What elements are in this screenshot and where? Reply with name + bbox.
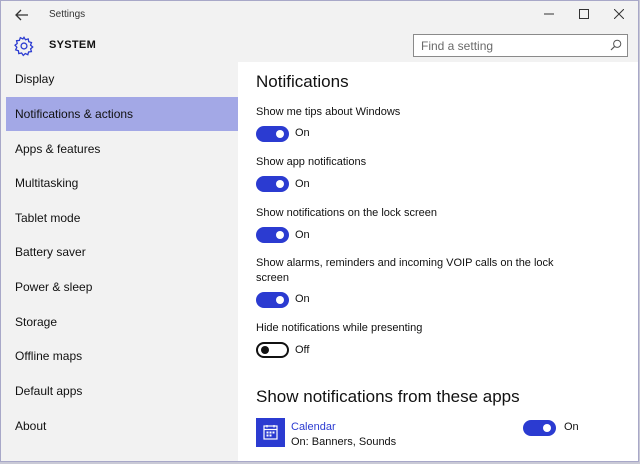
page-header: SYSTEM <box>1 30 638 62</box>
sidebar-item-notifications-actions[interactable]: Notifications & actions <box>6 97 238 131</box>
toggle-state-calendar: On <box>564 421 579 433</box>
sidebar: Display Notifications & actions Apps & f… <box>1 62 238 461</box>
sidebar-item-offline-maps[interactable]: Offline maps <box>6 339 238 373</box>
arrow-left-icon <box>15 9 28 21</box>
toggle-knob <box>276 231 284 239</box>
toggle-knob <box>276 180 284 188</box>
toggle-hide-presenting[interactable] <box>256 342 289 358</box>
toggle-knob <box>261 346 269 354</box>
sidebar-item-apps-features[interactable]: Apps & features <box>6 132 238 166</box>
setting-label-tips: Show me tips about Windows <box>256 106 401 118</box>
scrollbar[interactable] <box>636 62 638 461</box>
window-title: Settings <box>49 9 86 20</box>
gear-icon <box>14 36 34 57</box>
toggle-app-notifications[interactable] <box>256 176 289 192</box>
app-detail-calendar: On: Banners, Sounds <box>291 436 397 448</box>
search-input[interactable] <box>414 35 604 56</box>
sidebar-item-power-sleep[interactable]: Power & sleep <box>6 270 238 304</box>
title-bar: Settings <box>1 1 638 30</box>
toggle-state-hide-presenting: Off <box>295 344 310 356</box>
setting-label-app-notifications: Show app notifications <box>256 156 367 168</box>
sidebar-item-battery-saver[interactable]: Battery saver <box>6 235 238 269</box>
main-content: Notifications Show me tips about Windows… <box>238 62 638 461</box>
toggle-calendar[interactable] <box>523 420 556 436</box>
sidebar-item-display[interactable]: Display <box>6 62 238 96</box>
search-icon[interactable] <box>610 39 622 51</box>
toggle-state-app-notifications: On <box>295 178 310 190</box>
app-name-calendar[interactable]: Calendar <box>291 421 336 433</box>
toggle-tips[interactable] <box>256 126 289 142</box>
setting-label-hide-presenting: Hide notifications while presenting <box>256 322 423 334</box>
sidebar-item-multitasking[interactable]: Multitasking <box>6 166 238 200</box>
section-title: SYSTEM <box>49 39 97 51</box>
toggle-knob <box>276 296 284 304</box>
sidebar-item-about[interactable]: About <box>6 409 238 443</box>
close-icon <box>613 8 625 20</box>
toggle-state-lock-screen: On <box>295 229 310 241</box>
search-box[interactable] <box>413 34 628 57</box>
sidebar-item-default-apps[interactable]: Default apps <box>6 374 238 408</box>
toggle-state-tips: On <box>295 127 310 139</box>
minimize-icon <box>544 13 554 15</box>
settings-window: Settings SYSTEM Display No <box>0 0 639 462</box>
maximize-button[interactable] <box>569 5 599 25</box>
toggle-knob <box>543 424 551 432</box>
calendar-icon <box>263 425 278 440</box>
toggle-state-alarms-voip: On <box>295 293 310 305</box>
toggle-knob <box>276 130 284 138</box>
close-button[interactable] <box>604 5 634 25</box>
page-title: Notifications <box>256 72 349 91</box>
apps-section-heading: Show notifications from these apps <box>256 387 520 406</box>
toggle-lock-screen[interactable] <box>256 227 289 243</box>
sidebar-item-tablet-mode[interactable]: Tablet mode <box>6 201 238 235</box>
maximize-icon <box>579 9 589 19</box>
setting-label-alarms-voip: Show alarms, reminders and incoming VOIP… <box>256 257 554 284</box>
sidebar-item-storage[interactable]: Storage <box>6 305 238 339</box>
back-button[interactable] <box>11 6 33 24</box>
calendar-app-tile <box>256 418 285 447</box>
setting-label-lock-screen: Show notifications on the lock screen <box>256 207 437 219</box>
minimize-button[interactable] <box>534 5 564 25</box>
toggle-alarms-voip[interactable] <box>256 292 289 308</box>
